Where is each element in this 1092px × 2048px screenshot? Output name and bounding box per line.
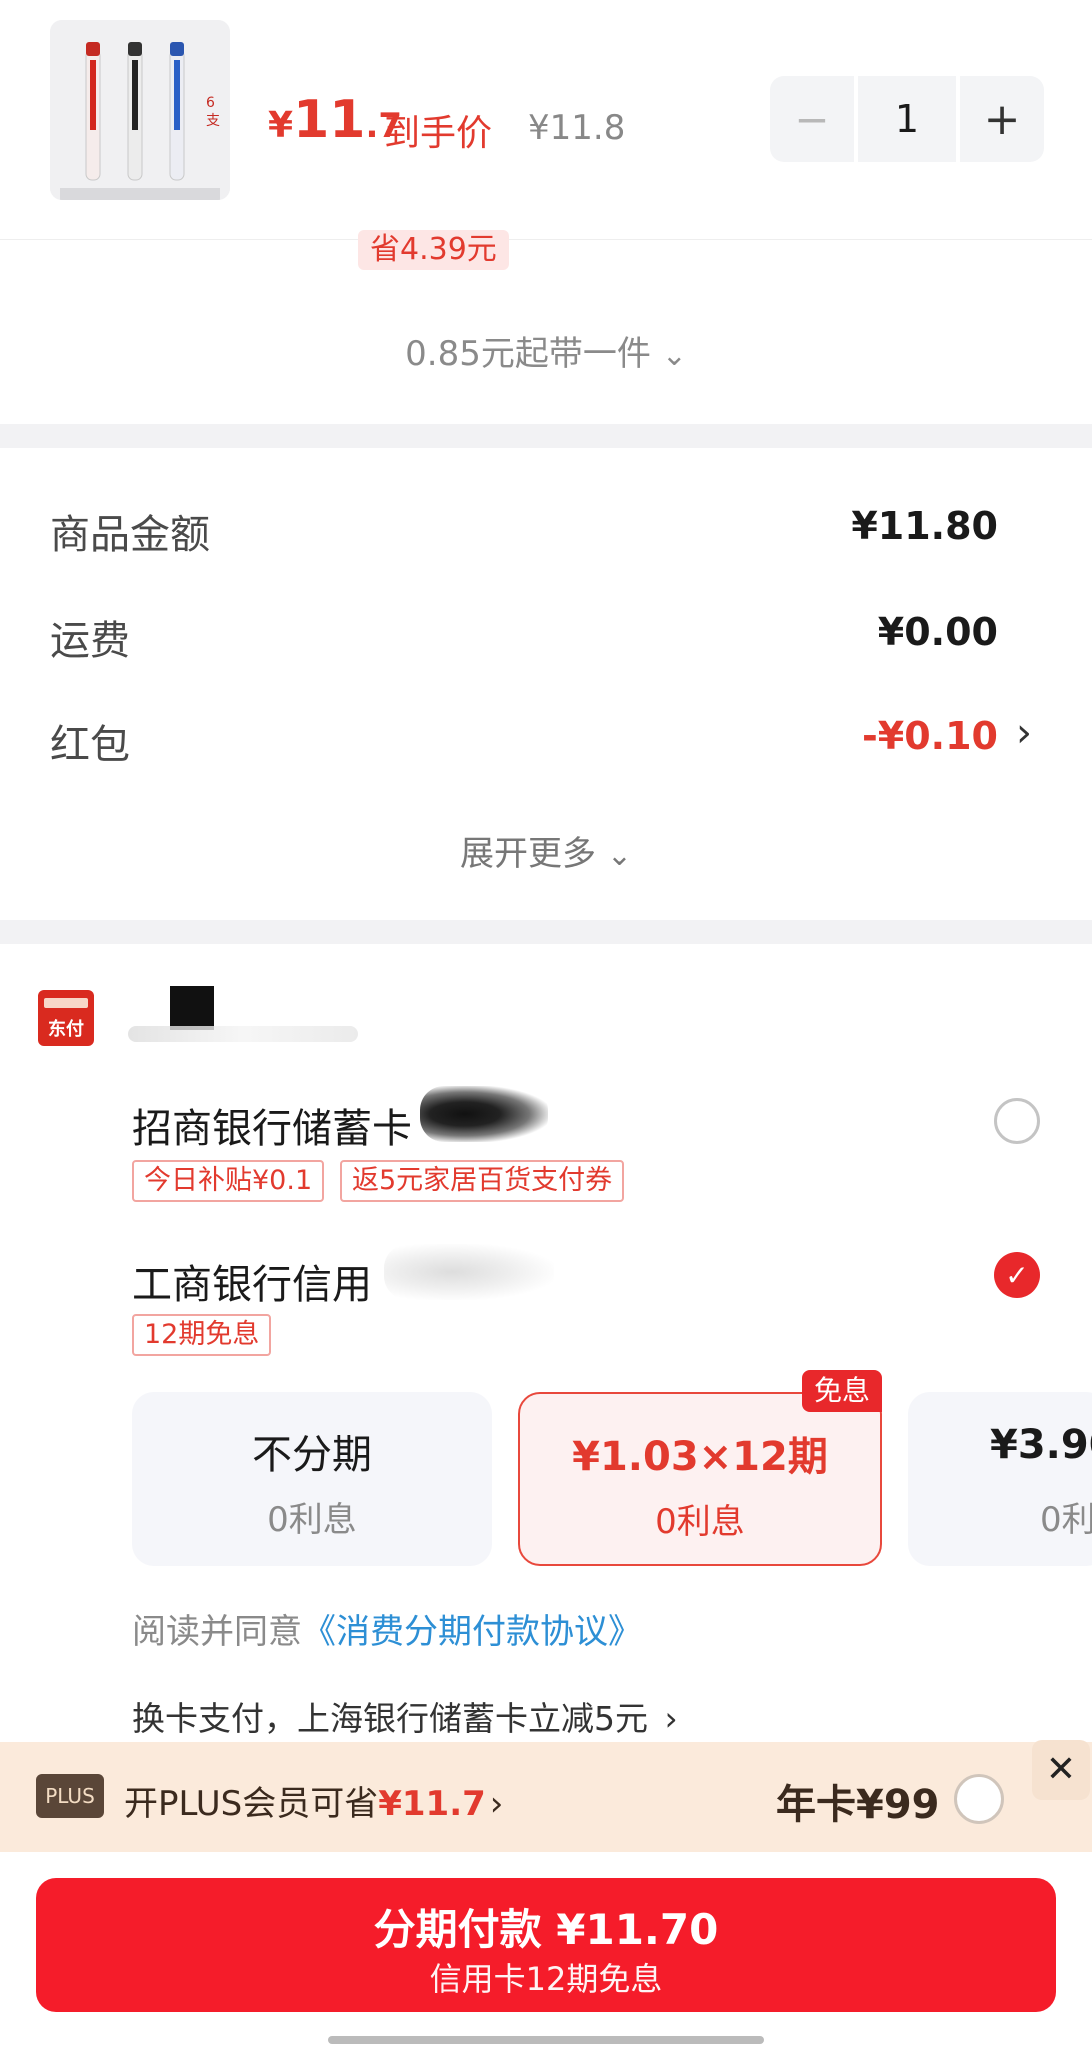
chevron-right-icon: › — [489, 1784, 504, 1824]
save-badge: 省4.39元 — [358, 230, 509, 270]
installment-option-none[interactable]: 不分期 0利息 — [132, 1392, 492, 1566]
pay-button-sub: 信用卡12期免息 — [429, 1960, 663, 1998]
switch-card-text: 换卡支付，上海银行储蓄卡立减5元 — [132, 1699, 648, 1738]
original-price: ¥11.8 — [528, 108, 626, 148]
price-tag: 到手价 — [384, 113, 493, 154]
summary-value-redpacket[interactable]: -¥0.10 — [862, 714, 998, 758]
installment-title: ¥3.90 — [990, 1422, 1092, 1468]
min-purchase-hint[interactable]: 0.85元起带一件 ⌄ — [0, 326, 1092, 375]
minus-icon: − — [794, 94, 830, 144]
agreement-link[interactable]: 《消费分期付款协议》 — [302, 1612, 642, 1652]
plus-save-amount: ¥11.7 — [378, 1784, 486, 1824]
logo-text: 东付 — [48, 1019, 84, 1040]
redacted-card-number — [384, 1244, 554, 1300]
installment-subtitle: 0利息 — [267, 1500, 357, 1540]
tag-interest-free: 12期免息 — [132, 1314, 272, 1356]
product-thumbnail[interactable]: 6支 — [50, 20, 230, 200]
summary-label-redpacket: 红包 — [50, 722, 130, 768]
chevron-down-icon: ⌄ — [661, 338, 687, 373]
chevron-down-icon: ⌄ — [606, 838, 632, 873]
price-integer: 11 — [293, 90, 366, 150]
min-purchase-text: 0.85元起带一件 — [405, 334, 651, 374]
redacted-card-number — [420, 1086, 548, 1142]
installment-option-3[interactable]: ¥3.90 0利 — [908, 1392, 1092, 1566]
plus-promo-bar[interactable]: PLUS 开PLUS会员可省¥11.7 › 年卡¥99 — [0, 1742, 1092, 1852]
decrease-button[interactable]: − — [770, 76, 854, 162]
interest-free-badge: 免息 — [802, 1370, 882, 1412]
plus-text-prefix: 开PLUS会员可省 — [124, 1784, 379, 1824]
expand-more-button[interactable]: 展开更多 ⌄ — [0, 826, 1092, 875]
thumb-badge: 6支 — [206, 95, 220, 129]
redacted-text — [128, 1026, 358, 1042]
section-divider — [0, 424, 1092, 448]
summary-label-goods: 商品金额 — [50, 512, 210, 558]
home-indicator — [328, 2036, 764, 2044]
card-radio-cmb[interactable] — [994, 1098, 1040, 1144]
card-name-cmb[interactable]: 招商银行储蓄卡 — [132, 1096, 412, 1154]
installment-subtitle: 0利 — [1040, 1500, 1092, 1540]
plus-radio[interactable] — [954, 1774, 1004, 1824]
chevron-right-icon: › — [664, 1699, 678, 1738]
plus-promo-text: 开PLUS会员可省¥11.7 › — [124, 1776, 503, 1825]
installment-subtitle: 0利息 — [655, 1502, 745, 1542]
pay-button-main: 分期付款 ¥11.70 — [373, 1905, 719, 1954]
close-icon[interactable]: ✕ — [1032, 1740, 1090, 1800]
quantity-value[interactable]: 1 — [858, 76, 956, 162]
jd-pay-logo-icon: 东付 — [38, 990, 94, 1046]
logo-stripe — [44, 998, 88, 1008]
agreement-prefix: 阅读并同意 — [132, 1612, 302, 1652]
product-bar: 6支 ¥11.7 到手价 ¥11.8 − 1 + — [0, 0, 1092, 240]
section-divider — [0, 920, 1092, 944]
summary-value-goods: ¥11.80 — [851, 504, 998, 548]
plus-icon: + — [983, 93, 1021, 145]
summary-label-shipping: 运费 — [50, 618, 130, 664]
final-price: ¥11.7 — [268, 90, 402, 150]
agreement-line: 阅读并同意《消费分期付款协议》 — [132, 1604, 642, 1653]
pay-button[interactable]: 分期付款 ¥11.70 信用卡12期免息 — [36, 1878, 1056, 2012]
plus-annual-price: 年卡¥99 — [776, 1782, 940, 1828]
installment-title: ¥1.03×12期 — [572, 1434, 828, 1480]
checkmark-icon: ✓ — [1005, 1258, 1029, 1292]
installment-option-12[interactable]: ¥1.03×12期 0利息 — [518, 1392, 882, 1566]
tag-subsidy: 今日补贴¥0.1 — [132, 1160, 325, 1202]
summary-value-shipping: ¥0.00 — [877, 610, 998, 654]
price-symbol: ¥ — [268, 105, 294, 146]
card-name-icbc[interactable]: 工商银行信用 — [132, 1252, 372, 1310]
redacted-block — [170, 986, 214, 1030]
quantity-stepper: − 1 + — [770, 76, 1044, 162]
card-radio-icbc[interactable]: ✓ — [994, 1252, 1040, 1298]
plus-logo-icon: PLUS — [36, 1774, 104, 1818]
pens-image — [50, 20, 230, 200]
increase-button[interactable]: + — [960, 76, 1044, 162]
tag-coupon: 返5元家居百货支付券 — [340, 1160, 625, 1202]
chevron-right-icon[interactable]: › — [1016, 710, 1032, 756]
installment-title: 不分期 — [252, 1432, 372, 1478]
expand-more-label: 展开更多 — [460, 834, 597, 874]
switch-card-link[interactable]: 换卡支付，上海银行储蓄卡立减5元 › — [132, 1692, 678, 1740]
